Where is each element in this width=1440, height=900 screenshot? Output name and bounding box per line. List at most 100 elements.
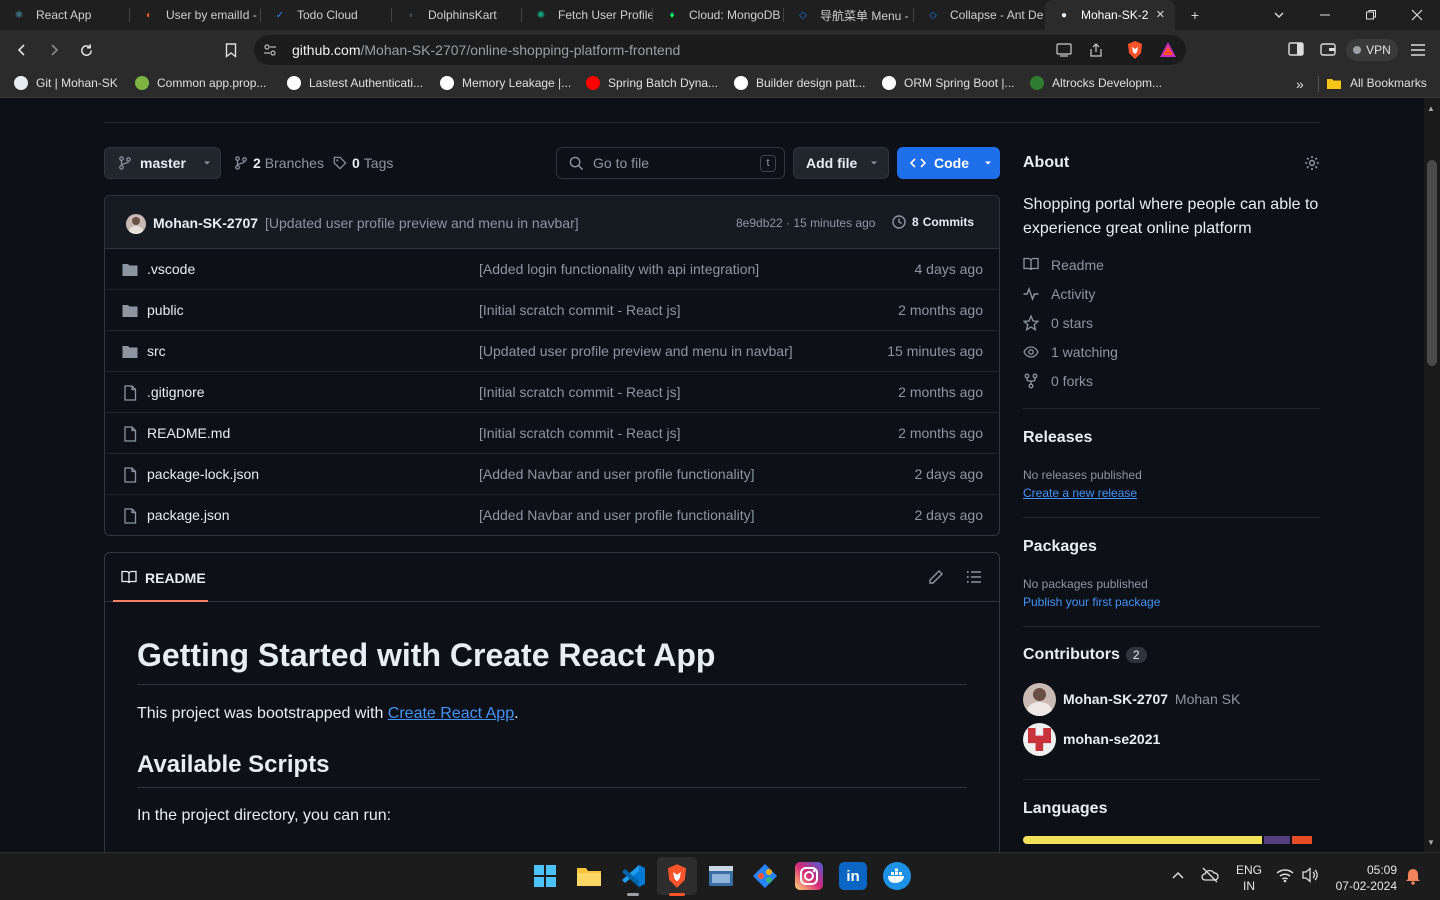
file-name-link[interactable]: package.json bbox=[147, 507, 230, 523]
bookmark-item[interactable]: ORM Spring Boot |... bbox=[882, 76, 1015, 90]
commits-history-link[interactable]: 8 Commits bbox=[891, 214, 974, 230]
scrollbar-thumb[interactable] bbox=[1427, 160, 1437, 366]
docker-button[interactable] bbox=[883, 862, 911, 890]
commit-message-link[interactable]: [Added Navbar and user profile functiona… bbox=[479, 466, 755, 482]
menu-icon[interactable] bbox=[1410, 43, 1426, 57]
table-row[interactable]: .vscode [Added login functionality with a… bbox=[105, 249, 999, 290]
table-row[interactable]: package-lock.json [Added Navbar and user … bbox=[105, 454, 999, 495]
restore-button[interactable] bbox=[1348, 0, 1394, 30]
bookmark-button[interactable] bbox=[219, 38, 243, 62]
back-button[interactable] bbox=[10, 38, 34, 62]
terminal-button[interactable] bbox=[707, 862, 735, 890]
share-icon[interactable] bbox=[1088, 42, 1104, 58]
browser-tab[interactable]: ◐ User by emailId - bbox=[130, 0, 261, 30]
commit-message-link[interactable]: [Updated user profile preview and menu i… bbox=[265, 215, 579, 231]
bookmark-item[interactable]: Common app.prop... bbox=[135, 76, 266, 90]
bookmark-item[interactable]: Spring Batch Dyna... bbox=[586, 76, 718, 90]
avatar[interactable] bbox=[126, 214, 146, 234]
linkedin-button[interactable]: in bbox=[839, 862, 867, 890]
create-react-app-link[interactable]: Create React App bbox=[388, 705, 514, 722]
bookmark-item[interactable]: Git | Mohan-SK bbox=[14, 76, 118, 90]
browser-tab[interactable]: ● Mohan-SK-2 ✕ bbox=[1045, 0, 1175, 30]
table-row[interactable]: public [Initial scratch commit - React js… bbox=[105, 290, 999, 331]
contributor-row-1[interactable]: Mohan-SK-2707 Mohan SK bbox=[1063, 691, 1240, 707]
new-tab-button[interactable]: + bbox=[1172, 0, 1218, 30]
brave-button[interactable] bbox=[663, 862, 691, 890]
close-window-button[interactable] bbox=[1394, 0, 1440, 30]
vscode-button[interactable] bbox=[619, 862, 647, 890]
chevron-up-icon[interactable] bbox=[1171, 870, 1185, 880]
about-item-book[interactable]: Readme bbox=[1023, 257, 1104, 273]
file-name-link[interactable]: package-lock.json bbox=[147, 466, 259, 482]
about-item-star[interactable]: 0 stars bbox=[1023, 315, 1093, 331]
avatar[interactable] bbox=[1023, 683, 1056, 716]
volume-icon[interactable] bbox=[1301, 867, 1319, 883]
sidebar-toggle-icon[interactable] bbox=[1288, 42, 1304, 56]
go-to-file-input[interactable]: Go to file t bbox=[556, 147, 785, 179]
minimize-button[interactable] bbox=[1302, 0, 1348, 30]
git-tool-button[interactable] bbox=[751, 862, 779, 890]
commit-message-link[interactable]: [Initial scratch commit - React js] bbox=[479, 384, 681, 400]
contributors-header[interactable]: Contributors 2 bbox=[1023, 646, 1147, 664]
branches-link[interactable]: 2 Branches bbox=[234, 155, 324, 171]
cloud-offline-icon[interactable] bbox=[1200, 867, 1220, 883]
more-bookmarks-button[interactable]: » bbox=[1296, 76, 1304, 92]
table-row[interactable]: package.json [Added Navbar and user profi… bbox=[105, 495, 999, 535]
brave-rewards-icon[interactable] bbox=[1159, 41, 1177, 58]
browser-tab[interactable]: ◇ Collapse - Ant De bbox=[914, 0, 1045, 30]
list-outline-icon[interactable] bbox=[966, 570, 982, 584]
start-button[interactable] bbox=[531, 862, 559, 890]
tab-search-button[interactable] bbox=[1256, 0, 1302, 30]
commit-message-link[interactable]: [Updated user profile preview and menu i… bbox=[479, 343, 793, 359]
file-name-link[interactable]: .vscode bbox=[147, 261, 195, 277]
pencil-icon[interactable] bbox=[928, 569, 944, 585]
clock[interactable]: 05:09 07-02-2024 bbox=[1335, 862, 1397, 894]
cast-icon[interactable] bbox=[1056, 43, 1072, 57]
publish-package-link[interactable]: Publish your first package bbox=[1023, 595, 1160, 609]
about-item-pulse[interactable]: Activity bbox=[1023, 286, 1095, 302]
commit-hash-time[interactable]: 8e9db22 · 15 minutes ago bbox=[736, 216, 875, 230]
all-bookmarks-button[interactable]: All Bookmarks bbox=[1326, 76, 1427, 90]
commit-message-link[interactable]: [Initial scratch commit - React js] bbox=[479, 425, 681, 441]
close-tab-icon[interactable]: ✕ bbox=[1156, 8, 1165, 21]
add-file-button[interactable]: Add file bbox=[793, 147, 889, 179]
bookmark-item[interactable]: Builder design patt... bbox=[734, 76, 865, 90]
forward-button[interactable] bbox=[42, 38, 66, 62]
file-name-link[interactable]: public bbox=[147, 302, 184, 318]
table-row[interactable]: README.md [Initial scratch commit - React… bbox=[105, 413, 999, 454]
reload-button[interactable] bbox=[74, 38, 98, 62]
about-item-fork[interactable]: 0 forks bbox=[1023, 373, 1093, 389]
browser-tab[interactable]: ✓ Todo Cloud bbox=[261, 0, 392, 30]
notification-bell-icon[interactable] bbox=[1405, 867, 1421, 885]
wifi-icon[interactable] bbox=[1276, 867, 1294, 883]
file-name-link[interactable]: README.md bbox=[147, 425, 230, 441]
file-name-link[interactable]: src bbox=[147, 343, 166, 359]
packages-title[interactable]: Packages bbox=[1023, 538, 1097, 556]
bookmark-item[interactable]: Lastest Authenticati... bbox=[287, 76, 423, 90]
commit-message-link[interactable]: [Added login functionality with api inte… bbox=[479, 261, 759, 277]
brave-shield-icon[interactable] bbox=[1126, 40, 1144, 60]
commit-message-link[interactable]: [Added Navbar and user profile functiona… bbox=[479, 507, 755, 523]
browser-tab[interactable]: ◇ 导航菜单 Menu - bbox=[784, 0, 914, 30]
scroll-up-arrow[interactable]: ▲ bbox=[1427, 104, 1435, 113]
commit-message-link[interactable]: [Initial scratch commit - React js] bbox=[479, 302, 681, 318]
file-name-link[interactable]: .gitignore bbox=[147, 384, 205, 400]
site-settings-icon[interactable] bbox=[263, 43, 277, 57]
branch-selector[interactable]: master bbox=[104, 147, 221, 179]
code-button[interactable]: Code bbox=[897, 147, 1000, 179]
browser-tab[interactable]: ✺ Fetch User Profile bbox=[522, 0, 653, 30]
bookmark-item[interactable]: Altrocks Developm... bbox=[1030, 76, 1162, 90]
browser-tab[interactable]: ♦ Cloud: MongoDB bbox=[653, 0, 784, 30]
tags-link[interactable]: 0 Tags bbox=[333, 155, 393, 171]
browser-tab[interactable]: ⚛ React App bbox=[0, 0, 130, 30]
instagram-button[interactable] bbox=[795, 862, 823, 890]
language-indicator[interactable]: ENG IN bbox=[1236, 862, 1262, 894]
browser-tab[interactable]: ◗ DolphinsKart bbox=[392, 0, 522, 30]
table-row[interactable]: src [Updated user profile preview and men… bbox=[105, 331, 999, 372]
vpn-button[interactable]: VPN bbox=[1346, 39, 1398, 61]
bookmark-item[interactable]: Memory Leakage |... bbox=[440, 76, 571, 90]
about-item-eye[interactable]: 1 watching bbox=[1023, 344, 1118, 360]
contributor-row-2[interactable]: mohan-se2021 bbox=[1063, 731, 1160, 747]
scroll-down-arrow[interactable]: ▼ bbox=[1427, 838, 1435, 847]
avatar[interactable] bbox=[1023, 723, 1056, 756]
